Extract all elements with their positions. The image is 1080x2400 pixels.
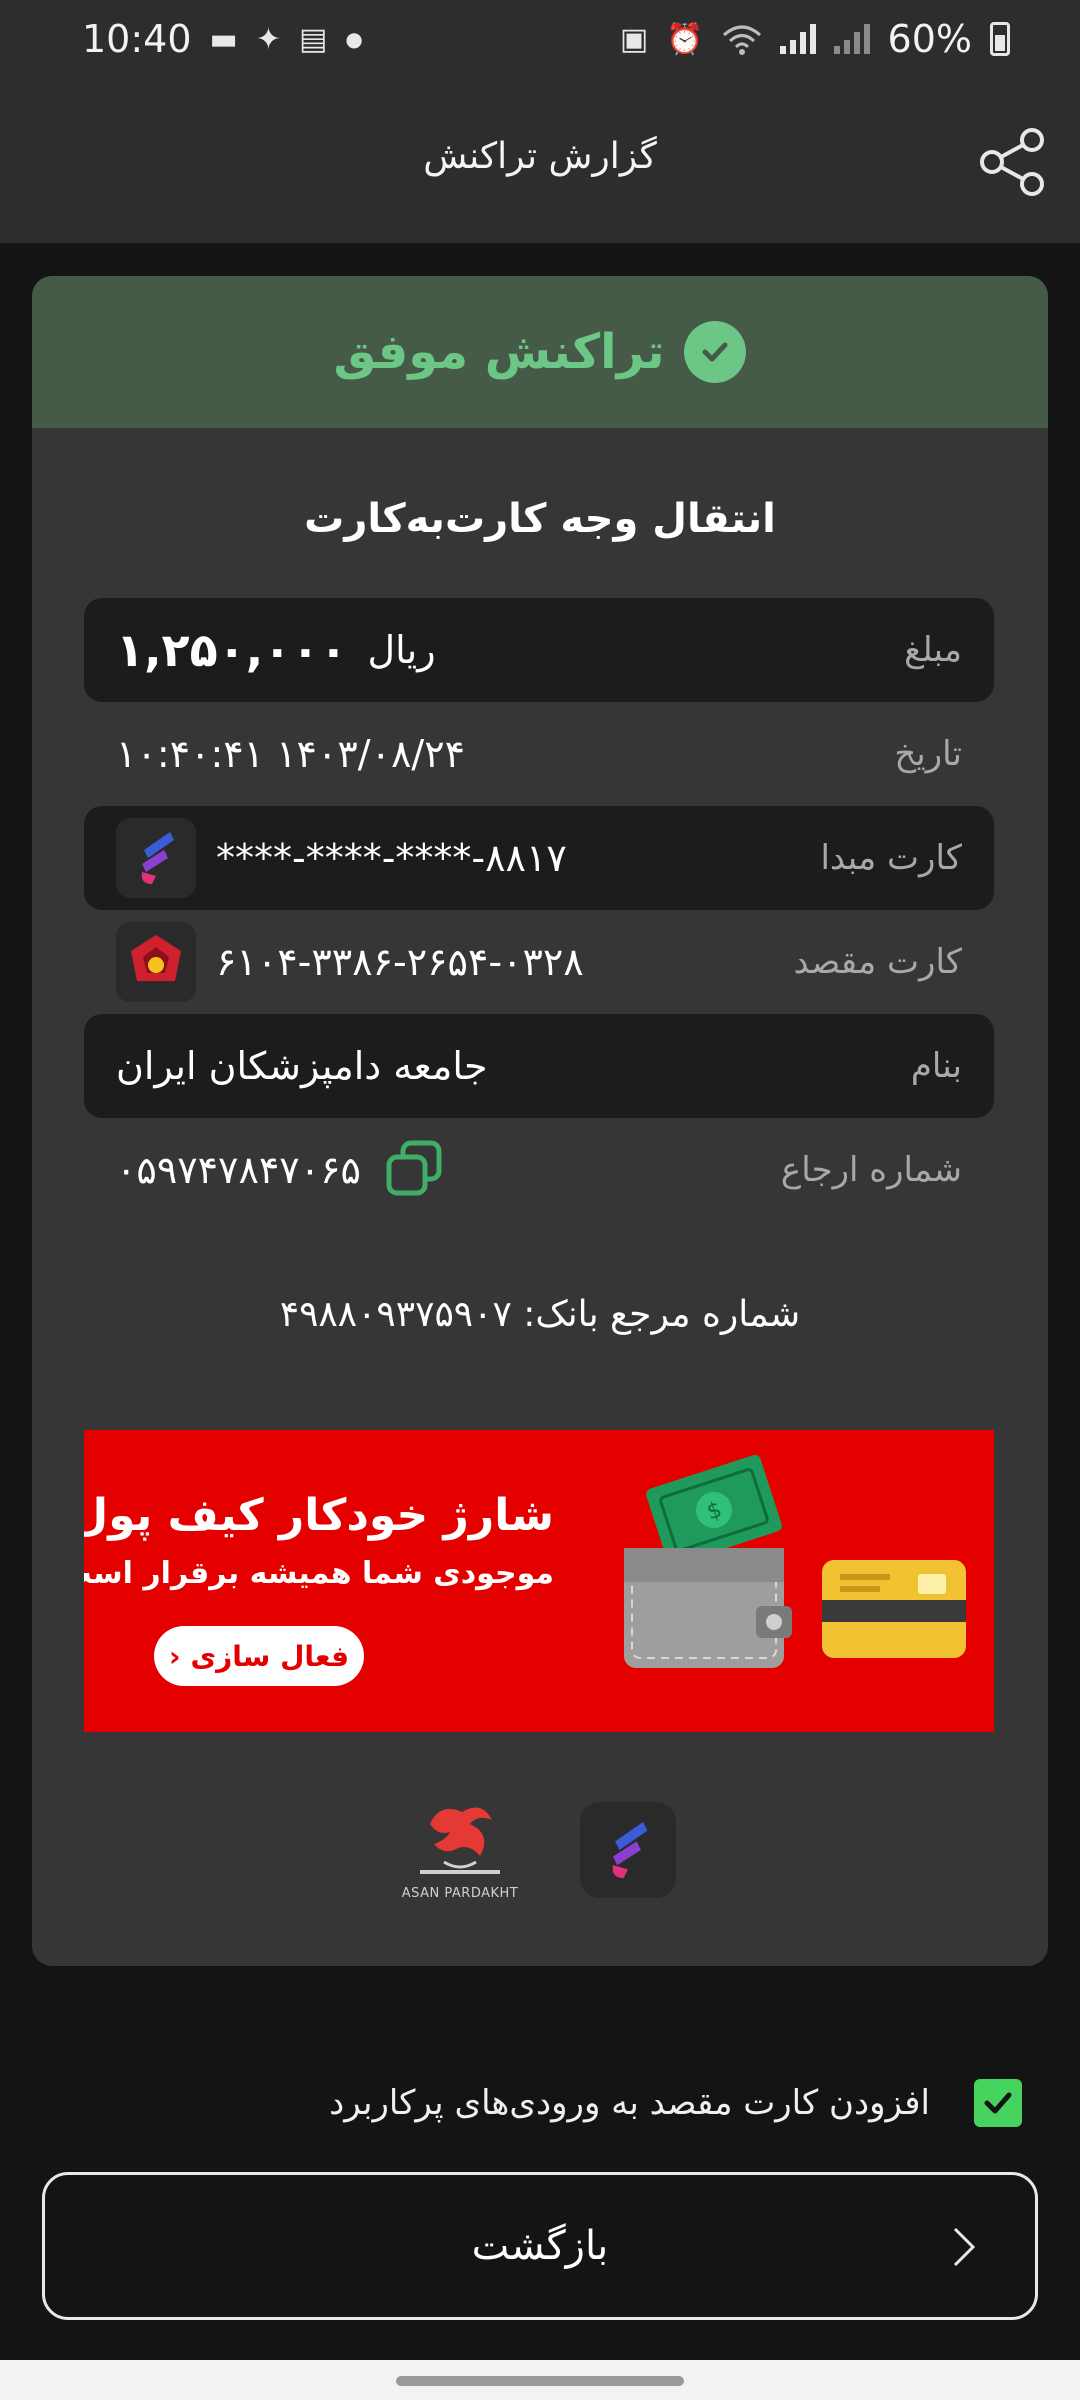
date-row: ۱۰:۴۰:۴۱ ۱۴۰۳/۰۸/۲۴ تاریخ xyxy=(84,702,994,806)
status-text: تراکنش موفق xyxy=(333,324,665,380)
asan-pardakht-caption: ASAN PARDAKHT xyxy=(401,1886,519,1901)
ad-title: شارژ خودکار کیف پول xyxy=(84,1490,554,1541)
bank-mellat-logo-icon xyxy=(116,922,196,1002)
bird-icon: ✦ xyxy=(255,21,282,57)
signal-icon-2 xyxy=(833,24,870,54)
reference-row: ۰۵۹۷۴۷۸۴۷۰۶۵ شماره ارجاع xyxy=(84,1118,994,1222)
wifi-icon xyxy=(722,25,761,55)
reference-number: ۰۵۹۷۴۷۸۴۷۰۶۵ xyxy=(116,1148,361,1192)
wallet-autocharge-ad[interactable]: شارژ خودکار کیف پول موجودی شما همیشه برق… xyxy=(84,1430,994,1732)
app-brand-logo-icon xyxy=(580,1802,676,1898)
alarm-icon: ⏰ xyxy=(666,21,704,57)
save-card-label: افزودن کارت مقصد به ورودی‌های پرکاربرد xyxy=(329,2083,930,2123)
transaction-type: انتقال وجه کارت‌به‌کارت xyxy=(304,496,776,542)
dest-card-value: ۶۱۰۴-۳۳۸۶-۲۶۵۴-۰۳۲۸ xyxy=(116,922,584,1002)
signal-icon xyxy=(779,24,816,54)
amount-unit: ریال xyxy=(367,628,436,672)
chevron-right-icon xyxy=(953,2227,976,2267)
dest-card-number: ۶۱۰۴-۳۳۸۶-۲۶۵۴-۰۳۲۸ xyxy=(216,940,584,984)
amount-number: ۱,۲۵۰,۰۰۰ xyxy=(116,623,348,677)
reference-value: ۰۵۹۷۴۷۸۴۷۰۶۵ xyxy=(116,1137,447,1203)
chevron-left-icon: ‹ xyxy=(168,1639,181,1673)
status-time: 10:40 xyxy=(82,17,192,61)
activate-button-label: فعال سازی xyxy=(190,1639,350,1673)
date-label: تاریخ xyxy=(894,734,962,774)
source-card-number: ****-****-****-۸۸۱۷ xyxy=(216,836,567,880)
status-right: ▣ ⏰ 60% xyxy=(620,17,1010,61)
reference-label: شماره ارجاع xyxy=(780,1150,962,1190)
activate-button[interactable]: فعال سازی ‹ xyxy=(154,1626,364,1686)
ad-subtitle: موجودی شما همیشه برقرار است xyxy=(84,1556,554,1591)
back-button-label: بازگشت xyxy=(471,2223,609,2269)
save-card-checkbox[interactable] xyxy=(974,2079,1022,2127)
amount-label: مبلغ xyxy=(904,630,962,670)
status-bar: 10:40 ▬ ✦ ▤ ● ▣ ⏰ 60% xyxy=(0,0,1080,78)
name-label: بنام xyxy=(910,1046,962,1086)
dot-icon: ● xyxy=(345,27,363,51)
app-logo-icon xyxy=(116,818,196,898)
source-card-row: ****-****-****-۸۸۱۷ کارت مبدا xyxy=(84,806,994,910)
dest-card-label: کارت مقصد xyxy=(793,942,962,982)
share-icon[interactable] xyxy=(976,126,1048,198)
copy-icon[interactable] xyxy=(381,1137,447,1203)
wallet-illustration-icon: $ xyxy=(624,1454,966,1668)
status-left: 10:40 ▬ ✦ ▤ ● xyxy=(82,17,363,61)
date-value: ۱۰:۴۰:۴۱ ۱۴۰۳/۰۸/۲۴ xyxy=(116,732,466,776)
home-gesture-handle[interactable] xyxy=(396,2376,684,2386)
source-card-label: کارت مبدا xyxy=(820,838,962,878)
chat-icon: ▬ xyxy=(209,21,238,57)
partner-logos: ASAN PARDAKHT xyxy=(32,1794,1048,1904)
battery-saver-icon: ▣ xyxy=(619,21,649,57)
page-title: گزارش تراکنش xyxy=(423,136,657,177)
name-value: جامعه دامپزشکان ایران xyxy=(116,1044,488,1088)
amount-row: ۱,۲۵۰,۰۰۰ ریال مبلغ xyxy=(84,598,994,702)
name-row: جامعه دامپزشکان ایران بنام xyxy=(84,1014,994,1118)
back-button[interactable]: بازگشت xyxy=(42,2172,1038,2320)
dest-card-row: ۶۱۰۴-۳۳۸۶-۲۶۵۴-۰۳۲۸ کارت مقصد xyxy=(84,910,994,1014)
save-destination-card[interactable]: افزودن کارت مقصد به ورودی‌های پرکاربرد xyxy=(0,2068,1080,2138)
receipt-card: تراکنش موفق انتقال وجه کارت‌به‌کارت ۱,۲۵… xyxy=(32,276,1048,1966)
system-nav-bar xyxy=(0,2360,1080,2400)
bank-reference-number: شماره مرجع بانک: ۴۹۸۸۰۹۳۷۵۹۰۷ xyxy=(279,1294,801,1335)
amount-value: ۱,۲۵۰,۰۰۰ ریال xyxy=(116,623,436,677)
app-bar: گزارش تراکنش xyxy=(0,78,1080,243)
battery-icon xyxy=(990,22,1010,56)
success-banner: تراکنش موفق xyxy=(32,276,1048,428)
message-icon: ▤ xyxy=(299,21,328,57)
battery-percent: 60% xyxy=(887,17,972,61)
source-card-value: ****-****-****-۸۸۱۷ xyxy=(116,818,567,898)
success-check-icon xyxy=(684,321,747,383)
